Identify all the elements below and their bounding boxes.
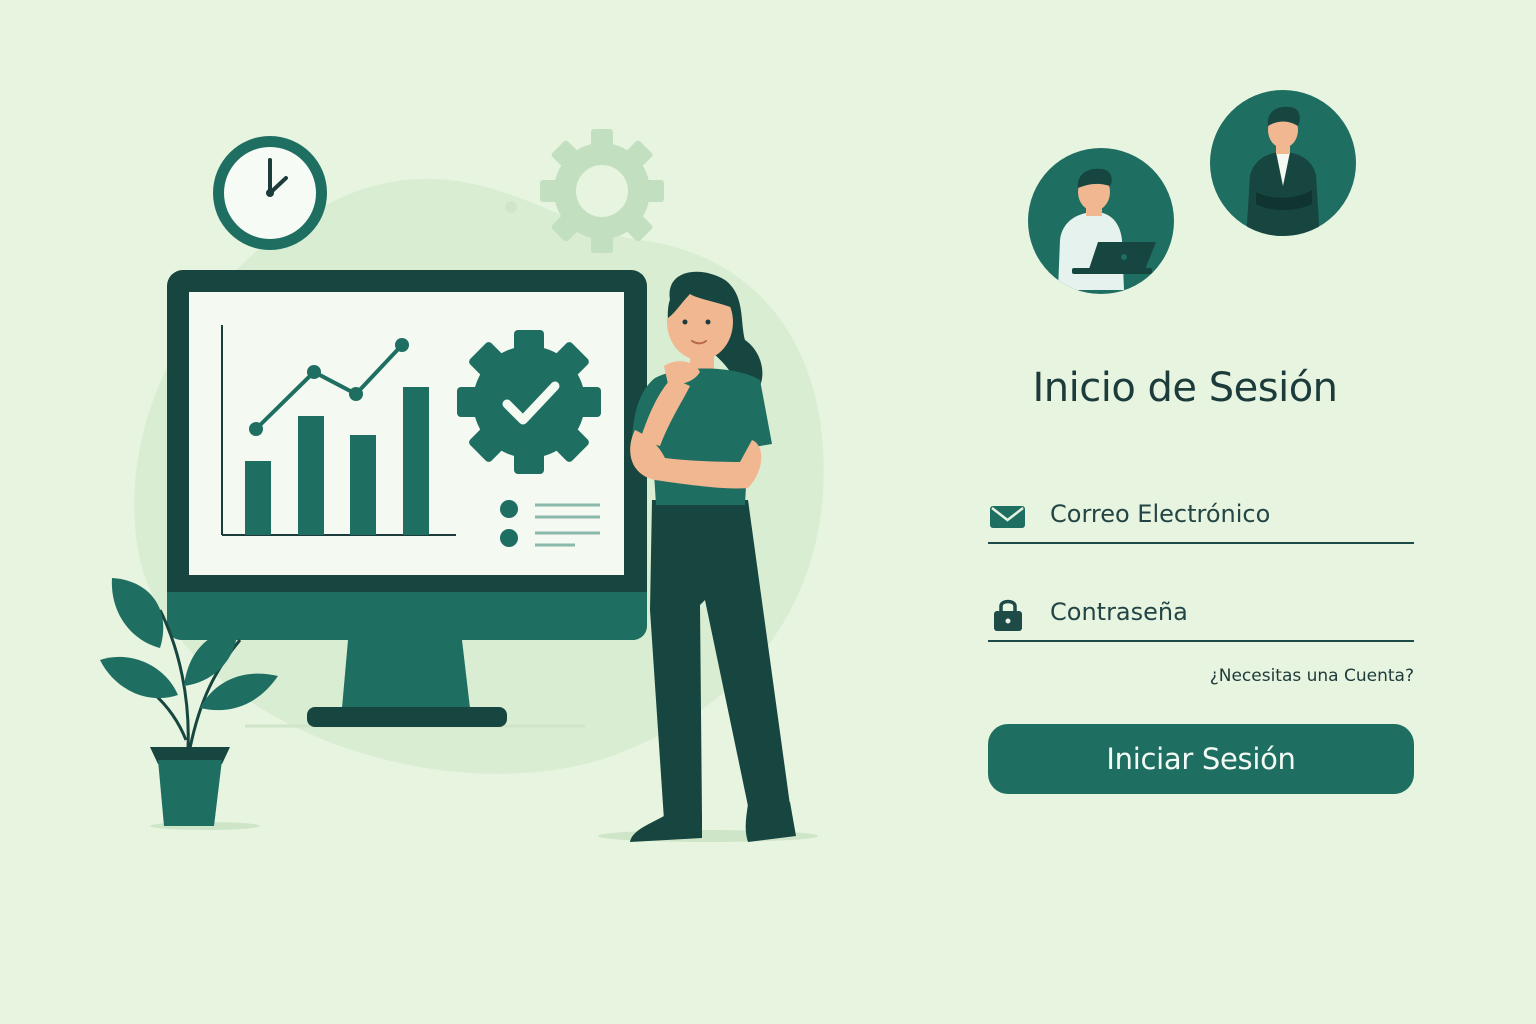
envelope-icon (990, 506, 1025, 528)
avatar-man-suit (1210, 90, 1356, 236)
email-field[interactable] (988, 494, 1414, 544)
email-input[interactable] (1050, 494, 1410, 534)
bg-dot (505, 201, 517, 213)
lock-icon (994, 599, 1022, 631)
login-button[interactable]: Iniciar Sesión (988, 724, 1414, 794)
signup-link[interactable]: ¿Necesitas una Cuenta? (1100, 666, 1414, 686)
avatar-man-laptop (1028, 148, 1174, 294)
login-page: Inicio de Sesión ¿Necesitas una Cuenta? … (0, 0, 1536, 1024)
password-field[interactable] (988, 592, 1414, 642)
gear-check-icon (457, 330, 601, 474)
password-input[interactable] (1050, 592, 1410, 632)
login-title: Inicio de Sesión (1032, 365, 1338, 411)
clock-icon (213, 136, 327, 250)
gear-icon (540, 129, 664, 253)
